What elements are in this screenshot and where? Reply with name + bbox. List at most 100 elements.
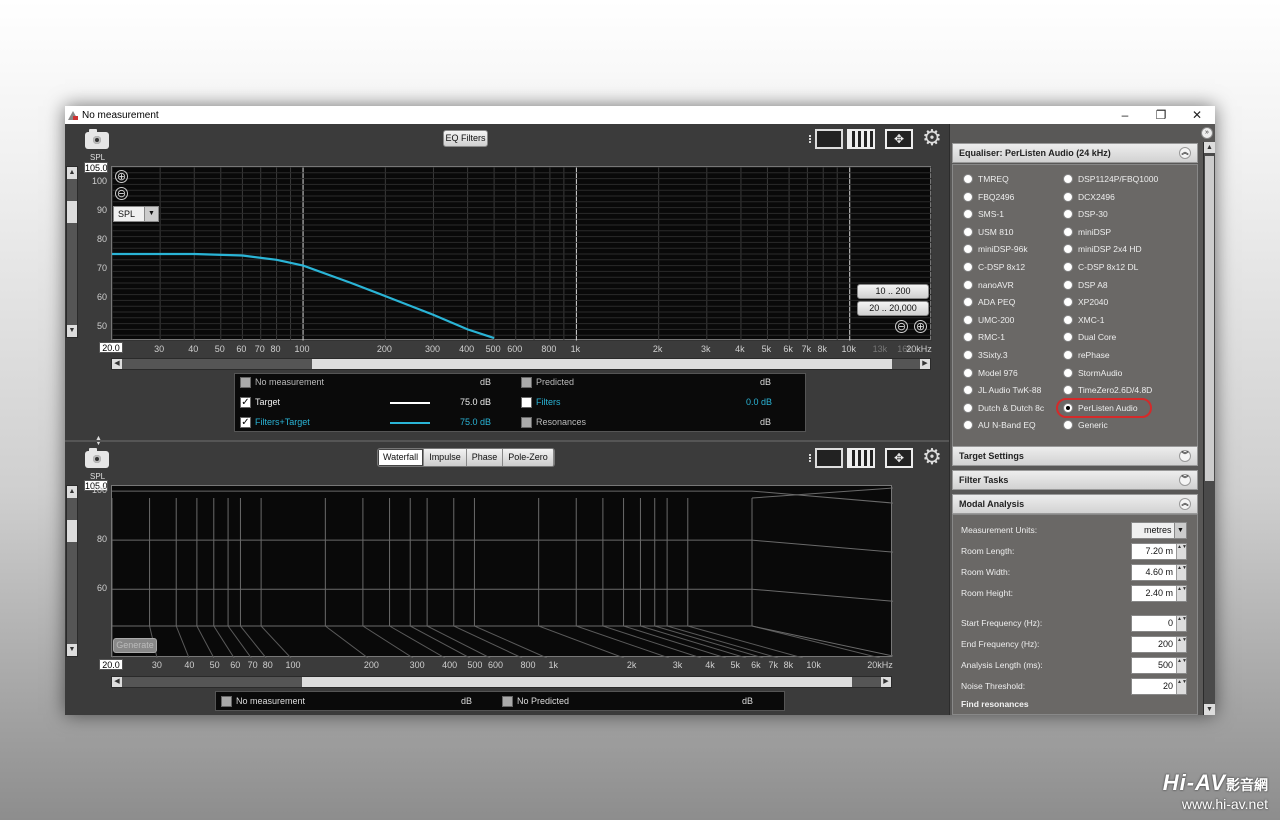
equaliser-option[interactable]: XMC-1 bbox=[1063, 314, 1104, 328]
scroll-up-icon[interactable]: ▲ bbox=[1204, 142, 1215, 153]
equaliser-header[interactable]: Equaliser: PerListen Audio (24 kHz) ︽ bbox=[952, 143, 1198, 163]
equaliser-option[interactable]: SMS-1 bbox=[963, 208, 1004, 222]
hscroll-thumb[interactable] bbox=[312, 359, 892, 369]
radio-icon[interactable] bbox=[1063, 279, 1073, 290]
equaliser-option[interactable]: AU N-Band EQ bbox=[963, 419, 1036, 433]
radio-icon[interactable] bbox=[963, 279, 973, 290]
equaliser-option[interactable]: nanoAVR bbox=[963, 279, 1014, 293]
spinner-icon[interactable]: ▲▼ bbox=[1176, 565, 1187, 580]
modal-spin-field[interactable]: 4.60 m ▲▼ bbox=[1131, 564, 1187, 581]
spl-graph[interactable] bbox=[111, 166, 932, 341]
radio-icon[interactable] bbox=[1063, 297, 1073, 308]
chevron-down-icon[interactable]: ▼ bbox=[1174, 523, 1186, 538]
monitor-icon[interactable] bbox=[809, 129, 843, 149]
modal-spin-field[interactable]: 20 ▲▼ bbox=[1131, 678, 1187, 695]
radio-icon[interactable] bbox=[1063, 209, 1073, 220]
radio-icon[interactable] bbox=[963, 314, 973, 325]
equaliser-option[interactable]: StormAudio bbox=[1063, 367, 1122, 381]
find-resonances-link[interactable]: Find resonances bbox=[961, 699, 1029, 709]
radio-icon[interactable] bbox=[963, 191, 973, 202]
checkbox[interactable] bbox=[521, 417, 532, 428]
tab-phase[interactable]: Phase bbox=[466, 449, 504, 466]
checkbox[interactable] bbox=[521, 377, 532, 388]
modal-spin-field[interactable]: 0 ▲▼ bbox=[1131, 615, 1187, 632]
radio-icon[interactable] bbox=[963, 262, 973, 272]
monitor-icon-bottom[interactable] bbox=[809, 448, 843, 468]
equaliser-option[interactable]: DSP A8 bbox=[1063, 279, 1108, 293]
spl-select[interactable]: SPL ▼ bbox=[113, 206, 159, 222]
range-button-10-200[interactable]: 10 .. 200 bbox=[857, 284, 929, 299]
camera-icon[interactable] bbox=[85, 129, 109, 149]
tab-pole-zero[interactable]: Pole-Zero bbox=[503, 449, 554, 466]
bottom-graph-vscroll[interactable]: ▲ ▼ bbox=[66, 485, 78, 657]
target-settings-header[interactable]: Target Settings ︾ bbox=[952, 446, 1198, 466]
top-graph-vscroll[interactable]: ▲ ▼ bbox=[66, 166, 78, 338]
scroll-left-icon[interactable]: ◀ bbox=[112, 359, 122, 369]
tab-impulse[interactable]: Impulse bbox=[424, 449, 467, 466]
filter-tasks-header[interactable]: Filter Tasks ︾ bbox=[952, 470, 1198, 490]
equaliser-option[interactable]: DSP-30 bbox=[1063, 208, 1108, 222]
radio-icon[interactable] bbox=[963, 244, 973, 255]
equaliser-option[interactable]: miniDSP bbox=[1063, 226, 1111, 240]
equaliser-option[interactable]: FBQ2496 bbox=[963, 191, 1014, 205]
radio-icon[interactable] bbox=[1063, 262, 1073, 272]
equaliser-option[interactable]: XP2040 bbox=[1063, 296, 1108, 310]
radio-icon[interactable] bbox=[1063, 385, 1073, 396]
scroll-down-icon[interactable]: ▼ bbox=[1204, 704, 1215, 715]
expand-icon[interactable]: ︾ bbox=[1179, 450, 1191, 462]
radio-icon[interactable] bbox=[963, 332, 973, 343]
scroll-right-icon-bottom[interactable]: ▶ bbox=[881, 677, 891, 687]
radio-icon[interactable] bbox=[963, 385, 973, 396]
equaliser-option[interactable]: miniDSP-96k bbox=[963, 243, 1028, 257]
radio-icon[interactable] bbox=[1063, 174, 1073, 184]
radio-icon[interactable] bbox=[1063, 367, 1073, 378]
spinner-icon[interactable]: ▲▼ bbox=[1176, 679, 1187, 694]
radio-icon[interactable] bbox=[963, 402, 973, 413]
equaliser-option[interactable]: Dual Core bbox=[1063, 331, 1116, 345]
equaliser-option[interactable]: C-DSP 8x12 DL bbox=[1063, 261, 1138, 275]
bars-icon[interactable] bbox=[847, 129, 875, 149]
radio-icon[interactable] bbox=[1063, 420, 1073, 431]
scroll-up-icon[interactable]: ▲ bbox=[67, 167, 77, 179]
equaliser-option[interactable]: DSP1124P/FBQ1000 bbox=[1063, 173, 1158, 187]
radio-icon[interactable] bbox=[963, 174, 973, 184]
equaliser-option[interactable]: Model 976 bbox=[963, 367, 1018, 381]
top-graph-hscroll[interactable]: ◀ ▶ bbox=[111, 358, 931, 370]
equaliser-option[interactable]: JL Audio TwK-88 bbox=[963, 384, 1041, 398]
equaliser-option[interactable]: TMREQ bbox=[963, 173, 1009, 187]
restore-button[interactable]: ❐ bbox=[1143, 106, 1179, 124]
expand-icon[interactable]: ︾ bbox=[1179, 474, 1191, 486]
modal-spin-field[interactable]: 2.40 m ▲▼ bbox=[1131, 585, 1187, 602]
x-min-box-bottom[interactable]: 20.0 bbox=[99, 659, 123, 670]
equaliser-option[interactable]: Generic bbox=[1063, 419, 1108, 433]
range-button-20-20000[interactable]: 20 .. 20,000 bbox=[857, 301, 929, 316]
equaliser-option[interactable]: rePhase bbox=[1063, 349, 1110, 363]
bars-icon-bottom[interactable] bbox=[847, 448, 875, 468]
zoom-in-icon[interactable]: ⊕ bbox=[115, 170, 128, 183]
checkbox[interactable]: ✓ bbox=[240, 417, 251, 428]
camera-icon-bottom[interactable] bbox=[85, 448, 109, 468]
collapse-icon[interactable]: ︽ bbox=[1179, 498, 1191, 510]
equaliser-option[interactable]: TimeZero2.6D/4.8D bbox=[1063, 384, 1152, 398]
checkbox[interactable] bbox=[502, 696, 513, 707]
spl-max-box[interactable]: 105.0 bbox=[84, 162, 108, 173]
scroll-right-icon[interactable]: ▶ bbox=[920, 359, 930, 369]
radio-icon[interactable] bbox=[963, 367, 973, 378]
modal-spin-field[interactable]: 500 ▲▼ bbox=[1131, 657, 1187, 674]
scroll-left-icon-bottom[interactable]: ◀ bbox=[112, 677, 122, 687]
modal-spin-field[interactable]: 200 ▲▼ bbox=[1131, 636, 1187, 653]
range-zoom-in-icon[interactable]: ⊕ bbox=[914, 320, 927, 333]
radio-icon[interactable] bbox=[1063, 244, 1073, 255]
spinner-icon[interactable]: ▲▼ bbox=[1176, 658, 1187, 673]
spinner-icon[interactable]: ▲▼ bbox=[1176, 544, 1187, 559]
radio-icon[interactable] bbox=[963, 297, 973, 308]
equaliser-option[interactable]: ADA PEQ bbox=[963, 296, 1015, 310]
equaliser-option[interactable]: miniDSP 2x4 HD bbox=[1063, 243, 1142, 257]
radio-icon[interactable] bbox=[1063, 350, 1073, 360]
radio-icon[interactable] bbox=[963, 226, 973, 237]
scroll-down-icon-bottom[interactable]: ▼ bbox=[67, 644, 77, 656]
radio-icon[interactable] bbox=[963, 420, 973, 431]
equaliser-option[interactable]: DCX2496 bbox=[1063, 191, 1115, 205]
waterfall-graph[interactable] bbox=[111, 485, 893, 658]
scroll-up-icon-bottom[interactable]: ▲ bbox=[67, 486, 77, 498]
